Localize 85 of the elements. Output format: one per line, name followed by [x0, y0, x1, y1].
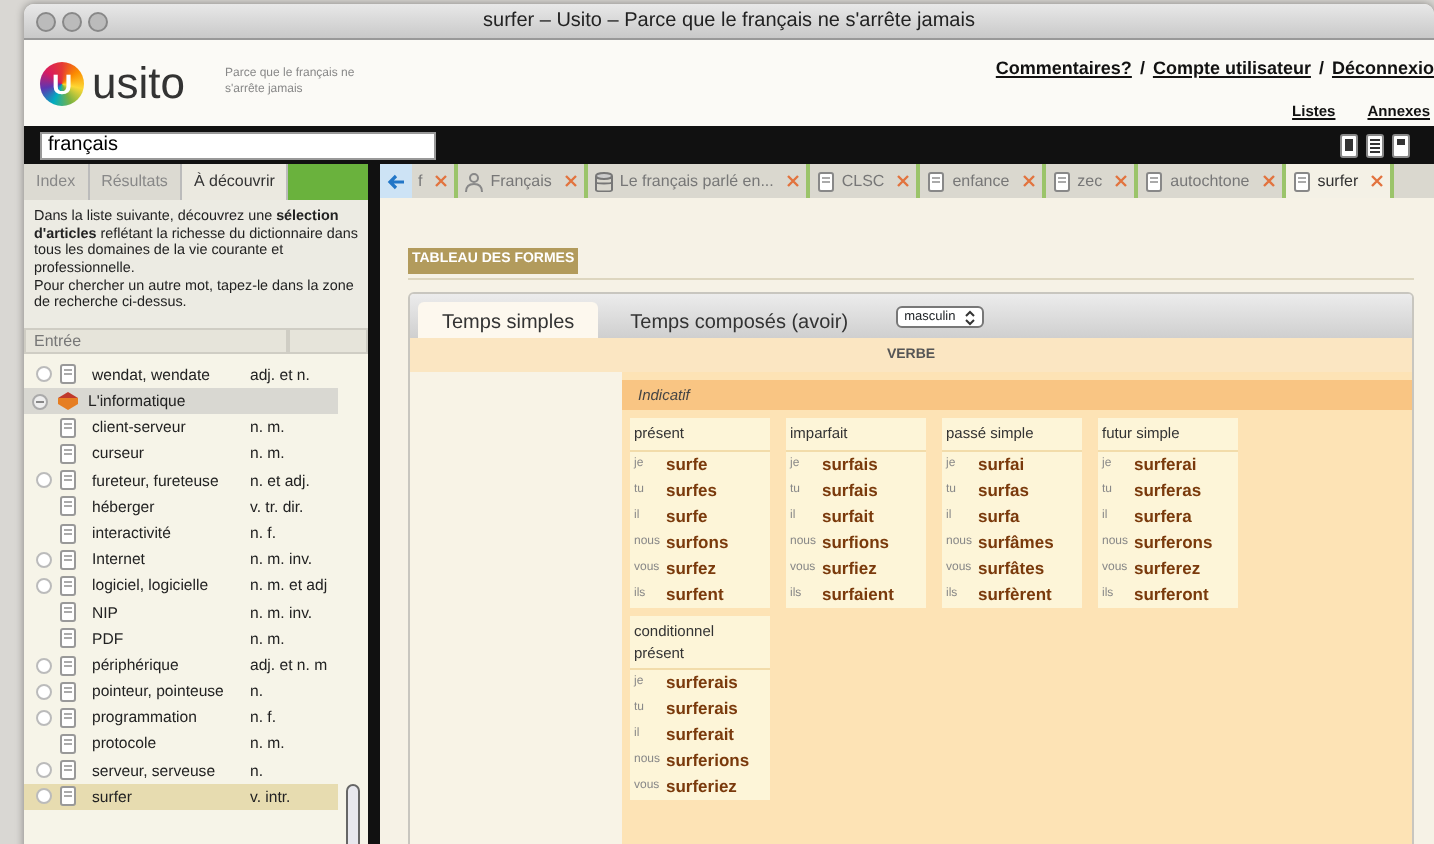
document-icon [60, 523, 76, 544]
document-icon [1051, 171, 1072, 191]
document-icon [60, 496, 76, 517]
document-icon [60, 575, 76, 596]
document-icon [60, 786, 76, 807]
verb-form: surfera [1134, 503, 1192, 529]
verb-form: surfe [666, 451, 708, 477]
document-icon [60, 470, 76, 491]
book-icon [56, 390, 80, 413]
separator: / [1318, 56, 1324, 82]
verb-form: surferons [1134, 529, 1213, 555]
page-icon[interactable] [1392, 133, 1410, 157]
document-icon [1144, 171, 1165, 191]
document-icon [60, 549, 76, 570]
close-icon[interactable] [896, 174, 911, 188]
document-icon [60, 655, 76, 675]
window-controls-icon[interactable] [36, 12, 108, 32]
column-header [288, 327, 368, 354]
database-icon [593, 171, 614, 191]
verb-form: surferas [1134, 477, 1202, 503]
verb-form: surferait [666, 722, 735, 748]
document-tab[interactable]: surfer [1285, 164, 1395, 198]
verb-form: surfes [666, 477, 718, 503]
verb-form: surferais [666, 670, 738, 696]
close-icon[interactable] [434, 174, 449, 188]
document-icon [926, 171, 947, 191]
scrollbar-thumb[interactable] [346, 784, 360, 844]
radio-icon [36, 366, 52, 383]
document-icon [60, 707, 76, 728]
verb-form: surferez [1134, 555, 1201, 581]
close-icon[interactable] [563, 174, 578, 188]
verb-form: surfions [822, 529, 890, 555]
verb-form: surfez [666, 555, 717, 581]
close-icon[interactable] [1370, 174, 1385, 188]
window-title: surfer – Usito – Parce que le français ne s'arrête jamais [483, 8, 975, 36]
document-icon [60, 364, 76, 385]
verb-form: surfâtes [978, 555, 1045, 581]
verb-form: surfais [822, 477, 878, 503]
search-field[interactable]: français [40, 131, 436, 159]
form-tab[interactable]: Temps composés (avoir) [606, 302, 873, 338]
page-icon[interactable] [1340, 133, 1358, 157]
document-icon [60, 602, 76, 623]
verb-form: surfa [978, 503, 1020, 529]
verb-form: surfaient [822, 581, 894, 607]
document-icon [60, 734, 76, 755]
column-header: Entrée [24, 327, 288, 354]
list-icon[interactable] [1366, 133, 1384, 157]
verb-form: surfas [978, 477, 1030, 503]
document-icon [815, 171, 836, 191]
logo-text: usito [92, 61, 185, 105]
back-arrow-icon[interactable] [386, 171, 406, 191]
verb-form: surferais [666, 696, 738, 722]
document-icon [1291, 171, 1312, 191]
verb-form: surfent [666, 581, 724, 607]
close-icon[interactable] [1261, 174, 1276, 188]
stepper-icon [963, 309, 976, 325]
document-icon [60, 417, 76, 438]
close-icon[interactable] [785, 174, 800, 188]
header-link[interactable]: Compte utilisateur [1152, 56, 1311, 83]
document-icon [60, 681, 76, 702]
verb-form: surfais [822, 451, 878, 477]
person-icon [464, 171, 485, 191]
close-icon[interactable] [1114, 174, 1129, 188]
verb-form: surfe [666, 503, 708, 529]
document-icon [60, 444, 76, 464]
collapse-icon [32, 393, 48, 410]
tab-bar-accent [288, 164, 368, 200]
form-tab[interactable]: Temps simples [418, 302, 599, 338]
verb-form: surfons [666, 529, 729, 555]
verb-form: surfâmes [978, 529, 1054, 555]
verb-form: surfiez [822, 555, 877, 581]
close-icon[interactable] [1021, 174, 1036, 188]
verb-form: surferiez [666, 774, 737, 800]
verb-form: surferont [1134, 581, 1209, 607]
verb-form: surfait [822, 503, 874, 529]
header-link[interactable]: Commentaires? [995, 56, 1132, 83]
radio-icon [36, 472, 52, 489]
verb-form: surferions [666, 748, 750, 774]
verb-form: surfèrent [978, 581, 1052, 607]
separator: / [1139, 56, 1145, 82]
document-icon [60, 760, 76, 781]
document-icon [60, 628, 76, 649]
verb-form: surferai [1134, 451, 1197, 477]
verb-form: surfai [978, 451, 1025, 477]
header-link[interactable]: Déconnexio [1331, 56, 1434, 83]
